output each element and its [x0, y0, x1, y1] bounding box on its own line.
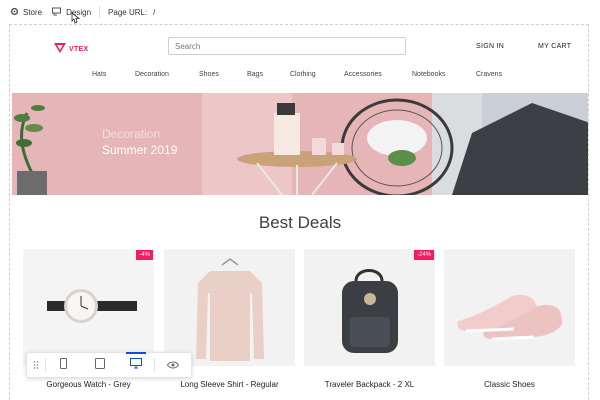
nav-item-bags[interactable]: Bags [247, 71, 263, 78]
nav-item-accessories[interactable]: Accessories [344, 71, 382, 78]
nav-item-shoes[interactable]: Shoes [199, 71, 219, 78]
store-preview: VTEX SIGN IN MY CART Hats Decoration Sho… [9, 24, 589, 400]
product-image[interactable]: -4% [23, 249, 154, 366]
vtex-logo-icon [54, 40, 66, 58]
desktop-icon [129, 356, 142, 374]
category-nav: Hats Decoration Shoes Bags Clothing Acce… [10, 71, 588, 87]
divider [99, 6, 101, 18]
page-url: Page URL: / [108, 8, 155, 17]
store-label: Store [23, 7, 43, 17]
desktop-view-button[interactable] [118, 352, 154, 378]
phone-icon [60, 356, 68, 374]
brush-icon [52, 7, 62, 18]
product-name[interactable]: Classic Shoes [444, 380, 575, 389]
hero-banner[interactable]: Decoration Summer 2019 [12, 93, 588, 195]
hero-title-line2: Summer 2019 [102, 143, 178, 157]
shoes-image [444, 249, 575, 366]
preview-button[interactable] [155, 352, 191, 378]
nav-item-notebooks[interactable]: Notebooks [412, 71, 445, 78]
drag-handle-icon[interactable] [27, 352, 45, 378]
eye-icon [166, 356, 180, 374]
device-toolbar [26, 352, 192, 378]
discount-badge: -24% [413, 250, 434, 260]
mobile-view-button[interactable] [46, 352, 82, 378]
logo-text: VTEX [69, 45, 89, 53]
product-name[interactable]: Gorgeous Watch - Grey [23, 380, 154, 389]
best-deals-title: Best Deals [258, 213, 342, 232]
page-url-value[interactable]: / [153, 8, 155, 17]
sign-in-link[interactable]: SIGN IN [476, 43, 504, 50]
discount-badge: -4% [136, 250, 153, 260]
store-tab[interactable]: Store [10, 7, 42, 18]
store-logo[interactable]: VTEX [54, 40, 88, 58]
hero-title-line1: Decoration [102, 127, 161, 141]
product-image[interactable]: -24% [304, 249, 435, 366]
tablet-icon [94, 356, 105, 374]
admin-bar: Store Design Page URL: / [0, 0, 600, 24]
tablet-view-button[interactable] [82, 352, 118, 378]
product-card-backpack[interactable]: -24% Traveler Backpack - 2 XL [304, 249, 435, 400]
hero-illustration [12, 93, 588, 195]
page-url-label: Page URL: [108, 7, 148, 17]
product-name[interactable]: Traveler Backpack - 2 XL [304, 380, 435, 389]
store-header: VTEX SIGN IN MY CART [10, 25, 588, 67]
backpack-image [304, 249, 435, 366]
product-image[interactable] [164, 249, 295, 366]
product-card-shoes[interactable]: Classic Shoes [444, 249, 575, 400]
nav-item-hats[interactable]: Hats [92, 71, 106, 78]
watch-image [23, 249, 154, 366]
product-image[interactable] [444, 249, 575, 366]
my-cart-link[interactable]: MY CART [538, 43, 571, 50]
shirt-image [164, 249, 295, 366]
search-input[interactable] [168, 37, 406, 55]
product-name[interactable]: Long Sleeve Shirt - Regular [164, 380, 295, 389]
nav-item-cravens[interactable]: Cravens [476, 71, 502, 78]
nav-item-decoration[interactable]: Decoration [135, 71, 169, 78]
nav-item-clothing[interactable]: Clothing [290, 71, 316, 78]
gear-icon [10, 7, 19, 18]
